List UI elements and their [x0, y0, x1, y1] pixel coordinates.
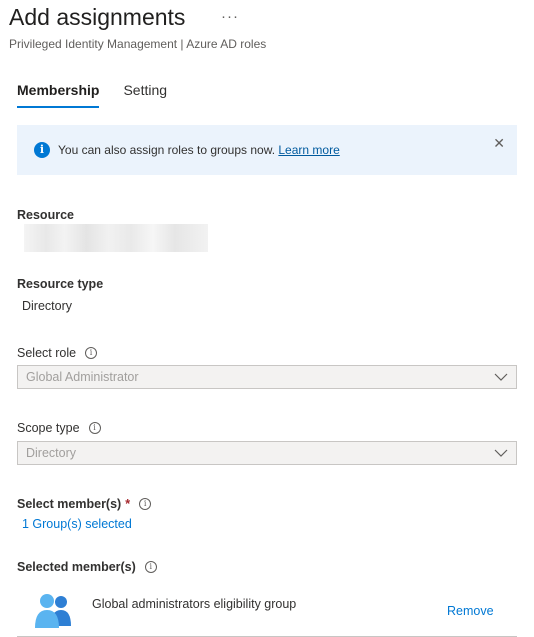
select-role-value: Global Administrator: [26, 370, 139, 384]
info-icon: i: [34, 142, 50, 158]
scope-type-value: Directory: [26, 446, 77, 460]
selected-members-label-text: Selected member(s): [17, 560, 136, 574]
info-icon[interactable]: i: [139, 498, 152, 510]
page-title: Add assignments: [9, 4, 186, 30]
select-members-label: Select member(s) * i: [17, 497, 152, 511]
close-icon[interactable]: ✕: [493, 135, 505, 152]
banner-message: You can also assign roles to groups now.…: [58, 143, 340, 157]
selected-groups-link[interactable]: 1 Group(s) selected: [22, 517, 132, 531]
info-icon[interactable]: i: [85, 347, 98, 359]
select-members-label-text: Select member(s): [17, 497, 122, 511]
tab-membership[interactable]: Membership: [17, 80, 100, 108]
select-role-dropdown[interactable]: Global Administrator: [17, 365, 517, 389]
resource-type-value: Directory: [22, 299, 73, 313]
chevron-down-icon: [494, 449, 508, 457]
scope-type-dropdown[interactable]: Directory: [17, 441, 517, 465]
resource-type-label: Resource type: [17, 277, 103, 291]
scope-type-label: Scope type i: [17, 421, 101, 435]
remove-button[interactable]: Remove: [447, 604, 494, 618]
select-role-label-text: Select role: [17, 346, 77, 360]
scope-type-label-text: Scope type: [17, 421, 80, 435]
info-icon[interactable]: i: [88, 422, 101, 434]
select-role-label: Select role i: [17, 346, 98, 360]
tab-bar: Membership Setting: [17, 80, 191, 108]
breadcrumb-subtitle: Privileged Identity Management | Azure A…: [9, 37, 267, 51]
info-banner: i You can also assign roles to groups no…: [17, 125, 517, 175]
selected-members-label: Selected member(s) i: [17, 560, 157, 574]
list-item: Global administrators eligibility group …: [17, 586, 517, 637]
required-asterisk: *: [125, 497, 131, 511]
resource-type-label-text: Resource type: [17, 277, 104, 291]
info-icon[interactable]: i: [144, 561, 157, 573]
group-icon: [35, 594, 71, 628]
resource-label-text: Resource: [17, 208, 74, 222]
resource-label: Resource: [17, 208, 74, 222]
resource-value-redacted: [24, 224, 208, 252]
chevron-down-icon: [494, 373, 508, 381]
tab-setting[interactable]: Setting: [123, 80, 167, 108]
learn-more-link[interactable]: Learn more: [278, 143, 339, 157]
banner-text: You can also assign roles to groups now.: [58, 143, 276, 157]
more-options-button[interactable]: ···: [221, 8, 239, 25]
member-name: Global administrators eligibility group: [92, 597, 297, 611]
